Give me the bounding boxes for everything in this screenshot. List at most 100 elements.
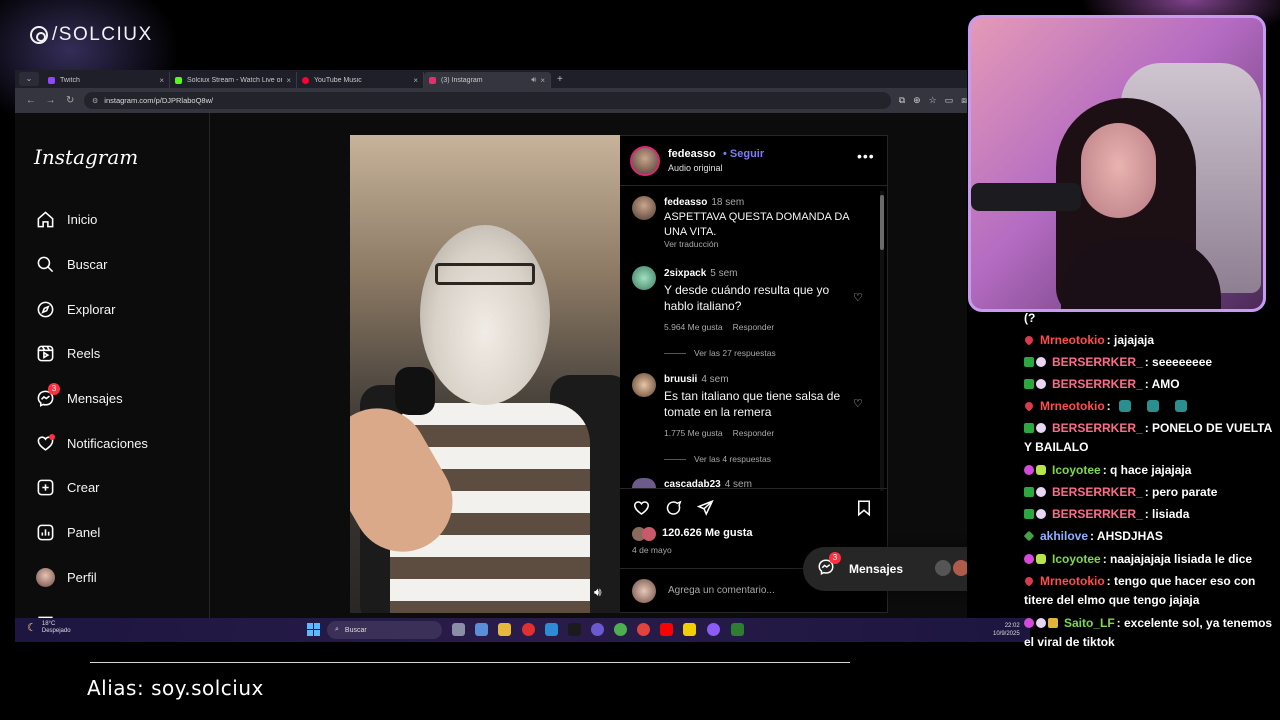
comment-user[interactable]: cascadab23 4 sem	[664, 479, 752, 488]
tiktok-icon[interactable]	[568, 623, 581, 636]
chat-username[interactable]: BERSERRKER_	[1052, 355, 1143, 369]
chat-message: Saito_LF: excelente sol, ya tenemos el v…	[1024, 614, 1280, 652]
photos-icon[interactable]	[545, 623, 558, 636]
chat-username[interactable]: Mrneotokio	[1040, 574, 1105, 588]
save-button[interactable]	[856, 499, 872, 522]
youtube-icon[interactable]	[660, 623, 673, 636]
comment-avatar[interactable]	[632, 373, 656, 397]
speaker-icon[interactable]: 🔊︎	[531, 75, 536, 85]
replies-line	[664, 352, 686, 354]
author-avatar[interactable]	[630, 146, 660, 176]
audio-icon[interactable]: 🔊︎	[594, 585, 602, 600]
likes-count[interactable]: 120.626 Me gusta	[662, 527, 753, 539]
nav-perfil[interactable]: Perfil	[35, 567, 97, 587]
nav-inicio[interactable]: Inicio	[35, 209, 97, 229]
close-tab-icon[interactable]: ×	[413, 76, 418, 85]
share-button[interactable]	[696, 499, 715, 522]
messages-bubble[interactable]: 3 Mensajes	[803, 547, 967, 591]
zoom-icon[interactable]: ⊕	[913, 95, 921, 106]
tab-instagram[interactable]: (3) Instagram 🔊︎ ×	[424, 72, 551, 88]
extensions-icon[interactable]: ⧈	[961, 95, 967, 106]
replies-line	[664, 458, 686, 460]
chat-message: Icoyotee: naajajajaja lisiada le dice	[1024, 550, 1280, 569]
close-tab-icon[interactable]: ×	[159, 76, 164, 85]
nav-panel[interactable]: Panel	[35, 522, 100, 542]
view-replies[interactable]: Ver las 27 respuestas	[664, 348, 776, 358]
search-icon: ⌕	[335, 626, 339, 633]
file-explorer-icon[interactable]	[498, 623, 511, 636]
windows-start-icon[interactable]	[307, 623, 320, 636]
comment-likes[interactable]: 5.964 Me gusta	[664, 322, 723, 332]
comment-input[interactable]: Agrega un comentario...	[668, 585, 775, 596]
comment-user[interactable]: bruusii 4 sem	[664, 374, 729, 385]
tab-search-icon[interactable]: ⌄	[19, 72, 39, 86]
comment-button[interactable]	[664, 499, 683, 522]
opera-icon[interactable]	[522, 623, 535, 636]
widgets-icon[interactable]	[475, 623, 488, 636]
nav-explorar[interactable]: Explorar	[35, 299, 115, 319]
back-icon[interactable]: ←	[21, 95, 41, 106]
caption-text: ASPETTAVA QUESTA DOMANDA DA UNA VITA.	[664, 211, 850, 238]
like-comment-icon[interactable]: ♡	[853, 291, 863, 304]
sidebar-icon[interactable]: ▭	[945, 95, 954, 106]
comment-avatar[interactable]	[632, 196, 656, 220]
comment-user[interactable]: fedeasso 18 sem	[664, 197, 744, 208]
chat-username[interactable]: BERSERRKER_	[1052, 507, 1143, 521]
install-icon[interactable]: ⧉	[899, 95, 905, 106]
translate-link[interactable]: Ver traducción	[664, 239, 718, 249]
view-replies[interactable]: Ver las 4 respuestas	[664, 454, 771, 464]
chat-username[interactable]: BERSERRKER_	[1052, 485, 1143, 499]
chrome-icon[interactable]	[614, 623, 627, 636]
like-button[interactable]	[632, 499, 651, 522]
tab-kick[interactable]: Solciux Stream - Watch Live on ×	[170, 72, 297, 88]
audio-link[interactable]: Audio original	[668, 163, 723, 173]
chat-username[interactable]: Mrneotokio	[1040, 399, 1105, 413]
like-comment-icon[interactable]: ♡	[853, 397, 863, 410]
nav-mensajes[interactable]: 3 Mensajes	[35, 383, 123, 408]
app-icon[interactable]	[731, 623, 744, 636]
close-tab-icon[interactable]: ×	[540, 76, 545, 85]
more-options-icon[interactable]: •••	[857, 148, 875, 164]
bookmark-star-icon[interactable]: ☆	[929, 95, 937, 106]
nav-more[interactable]	[35, 609, 55, 618]
taskbar-search[interactable]: ⌕ Buscar	[327, 621, 442, 639]
chat-username[interactable]: BERSERRKER_	[1052, 377, 1143, 391]
comment-avatar[interactable]	[632, 478, 656, 488]
chat-username[interactable]: BERSERRKER_	[1052, 421, 1143, 435]
weather-widget[interactable]: ☾ 18°C Despejado	[27, 621, 71, 635]
reel-video[interactable]: 🔊︎	[350, 135, 621, 613]
chat-username[interactable]: Mrneotokio	[1040, 333, 1105, 347]
comment-user[interactable]: 2sixpack 5 sem	[664, 268, 738, 279]
nav-reels[interactable]: Reels	[35, 343, 100, 363]
new-tab-button[interactable]: +	[557, 74, 563, 85]
task-view-icon[interactable]	[452, 623, 465, 636]
forward-icon[interactable]: →	[41, 95, 61, 106]
nav-notificaciones[interactable]: Notificaciones	[35, 433, 148, 453]
chat-username[interactable]: Icoyotee	[1052, 463, 1101, 477]
site-info-icon[interactable]: ⚙	[92, 97, 98, 105]
app-icon[interactable]	[637, 623, 650, 636]
tab-youtube-music[interactable]: YouTube Music ×	[297, 72, 424, 88]
sticky-notes-icon[interactable]	[683, 623, 696, 636]
chat-username[interactable]: Saito_LF	[1064, 616, 1115, 630]
reply-button[interactable]: Responder	[733, 322, 775, 332]
author-name[interactable]: fedeasso	[668, 148, 716, 160]
close-tab-icon[interactable]: ×	[286, 76, 291, 85]
reload-icon[interactable]: ↻	[60, 95, 80, 106]
scroll-thumb[interactable]	[880, 195, 884, 250]
url-field[interactable]: ⚙ instagram.com/p/DJPRlaboQ8w/	[84, 92, 891, 109]
comments-scrollbar[interactable]	[880, 191, 884, 491]
app-icon[interactable]	[591, 623, 604, 636]
tab-twitch[interactable]: Twitch ×	[43, 72, 170, 88]
chat-username[interactable]: akhilove	[1040, 529, 1088, 543]
discord-icon[interactable]	[707, 623, 720, 636]
instagram-logo[interactable]: Instagram	[34, 145, 138, 169]
nav-crear[interactable]: Crear	[35, 477, 100, 497]
comment-avatar[interactable]	[632, 266, 656, 290]
chat-username[interactable]: Icoyotee	[1052, 552, 1101, 566]
reply-button[interactable]: Responder	[733, 428, 775, 438]
nav-buscar[interactable]: Buscar	[35, 254, 107, 274]
comment-likes[interactable]: 1.775 Me gusta	[664, 428, 723, 438]
taskbar-clock[interactable]: 22:02 10/9/2025	[993, 622, 1020, 638]
follow-button[interactable]: • Seguir	[723, 148, 764, 160]
